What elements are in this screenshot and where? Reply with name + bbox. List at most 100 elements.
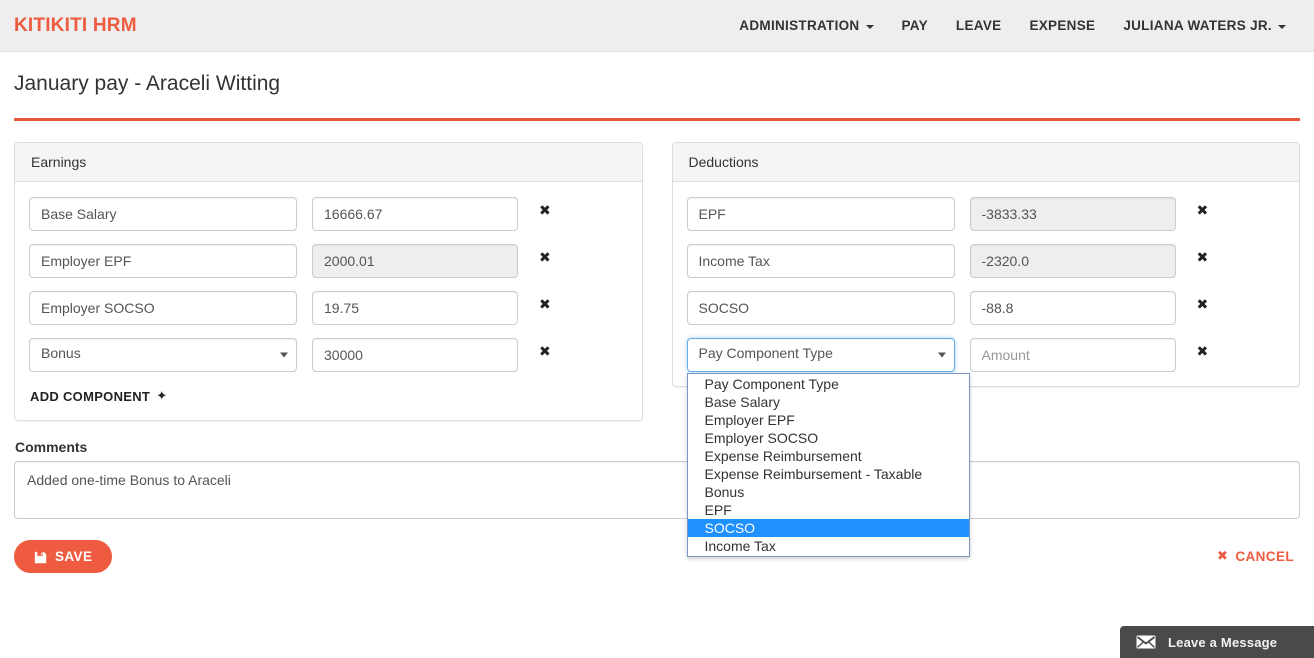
chevron-down-icon bbox=[1278, 24, 1286, 29]
dropdown-option-highlighted[interactable]: SOCSO bbox=[687, 519, 969, 537]
remove-component-icon[interactable]: ✖ bbox=[539, 345, 559, 359]
earnings-row: ✖ bbox=[29, 197, 628, 231]
earnings-name-input[interactable] bbox=[29, 197, 297, 231]
pay-components-panels: Earnings ✖ ✖ bbox=[0, 121, 1314, 557]
page-header: January pay - Araceli Witting bbox=[0, 52, 1314, 121]
comments-textarea[interactable] bbox=[14, 461, 1300, 519]
page-title: January pay - Araceli Witting bbox=[14, 72, 281, 95]
earnings-amount-field-wrap bbox=[312, 197, 518, 231]
dropdown-option[interactable]: Employer EPF bbox=[688, 411, 969, 429]
nav-items: ADMINISTRATION PAY LEAVE EXPENSE JULIANA… bbox=[725, 8, 1300, 43]
earnings-amount-field-wrap bbox=[312, 244, 518, 278]
deductions-amount-field-wrap bbox=[969, 291, 1176, 325]
add-component-button[interactable]: ADD COMPONENT ✦ bbox=[30, 389, 167, 404]
remove-component-icon[interactable]: ✖ bbox=[539, 251, 559, 265]
save-button-label: SAVE bbox=[55, 549, 93, 564]
remove-component-icon[interactable]: ✖ bbox=[1197, 298, 1217, 312]
deductions-amount-field-wrap bbox=[969, 338, 1176, 372]
dropdown-option[interactable]: Income Tax bbox=[688, 537, 969, 555]
deductions-panel: Deductions ✖ ✖ bbox=[671, 142, 1300, 557]
nav-item-label: JULIANA WATERS JR. bbox=[1123, 18, 1272, 33]
deductions-name-input[interactable] bbox=[686, 291, 955, 325]
remove-component-icon[interactable]: ✖ bbox=[1197, 251, 1217, 265]
close-icon: ✖ bbox=[1217, 549, 1229, 564]
nav-item-user-menu[interactable]: JULIANA WATERS JR. bbox=[1109, 8, 1300, 43]
remove-component-icon[interactable]: ✖ bbox=[539, 204, 559, 218]
deductions-name-input[interactable] bbox=[686, 244, 955, 278]
remove-component-icon[interactable]: ✖ bbox=[539, 298, 559, 312]
nav-item-administration[interactable]: ADMINISTRATION bbox=[725, 8, 887, 43]
earnings-amount-input bbox=[312, 244, 518, 278]
dropdown-option[interactable]: Expense Reimbursement bbox=[688, 447, 969, 465]
nav-item-label: PAY bbox=[901, 18, 928, 33]
top-navbar: KITIKITI HRM ADMINISTRATION PAY LEAVE EX… bbox=[0, 0, 1314, 52]
pay-component-type-dropdown[interactable]: Pay Component Type Base Salary Employer … bbox=[686, 373, 970, 557]
earnings-panel-body: ✖ ✖ ✖ bbox=[15, 182, 642, 420]
deductions-row: ✖ bbox=[686, 197, 1286, 231]
earnings-panel: Earnings ✖ ✖ bbox=[14, 142, 643, 421]
earnings-amount-field-wrap bbox=[312, 291, 518, 325]
deductions-amount-input[interactable] bbox=[969, 338, 1176, 372]
form-actions: SAVE ✖ CANCEL bbox=[0, 524, 1314, 573]
nav-item-pay[interactable]: PAY bbox=[888, 8, 942, 43]
dropdown-option[interactable]: Pay Component Type bbox=[688, 375, 969, 393]
earnings-row: Bonus ✖ bbox=[29, 338, 628, 372]
brand-logo[interactable]: KITIKITI HRM bbox=[14, 15, 137, 37]
deductions-amount-field-wrap bbox=[969, 244, 1176, 278]
earnings-amount-input[interactable] bbox=[312, 197, 518, 231]
earnings-type-select-container: Bonus bbox=[29, 338, 297, 372]
earnings-panel-title: Earnings bbox=[15, 143, 642, 182]
nav-item-label: LEAVE bbox=[955, 18, 1002, 33]
earnings-name-input[interactable] bbox=[29, 244, 297, 278]
chevron-down-icon bbox=[865, 24, 874, 29]
pay-component-type-select[interactable]: Pay Component Type bbox=[686, 338, 955, 372]
deductions-name-field-wrap bbox=[686, 291, 955, 325]
comments-section: Comments bbox=[0, 421, 1314, 524]
leave-a-message-label: Leave a Message bbox=[1168, 634, 1278, 650]
deductions-row: ✖ bbox=[686, 244, 1286, 278]
earnings-amount-input[interactable] bbox=[312, 338, 518, 372]
earnings-amount-input[interactable] bbox=[312, 291, 518, 325]
dropdown-option[interactable]: Expense Reimbursement - Taxable bbox=[688, 465, 969, 483]
nav-item-label: EXPENSE bbox=[1029, 18, 1096, 33]
deductions-name-input[interactable] bbox=[686, 197, 955, 231]
earnings-name-input[interactable] bbox=[29, 291, 297, 325]
floppy-disk-icon bbox=[34, 551, 47, 564]
deductions-amount-input bbox=[969, 197, 1176, 231]
save-button[interactable]: SAVE bbox=[14, 540, 113, 573]
envelope-icon bbox=[1136, 635, 1156, 649]
earnings-amount-field-wrap bbox=[312, 338, 518, 372]
nav-item-label: ADMINISTRATION bbox=[739, 18, 860, 33]
earnings-type-select[interactable]: Bonus bbox=[29, 338, 297, 372]
remove-component-icon[interactable]: ✖ bbox=[1197, 204, 1217, 218]
deductions-new-row: Pay Component Type Pay Component Type Ba… bbox=[686, 338, 1286, 557]
cancel-button-label: CANCEL bbox=[1235, 549, 1294, 564]
leave-a-message-widget[interactable]: Leave a Message bbox=[1120, 626, 1314, 658]
add-component-label: ADD COMPONENT bbox=[30, 389, 151, 404]
plus-icon: ✦ bbox=[156, 389, 168, 404]
deductions-amount-input bbox=[969, 244, 1176, 278]
comments-label: Comments bbox=[15, 439, 88, 455]
nav-item-leave[interactable]: LEAVE bbox=[942, 8, 1016, 43]
deductions-amount-input[interactable] bbox=[969, 291, 1176, 325]
earnings-name-field-wrap bbox=[29, 197, 297, 231]
earnings-name-field-wrap bbox=[29, 244, 297, 278]
cancel-button[interactable]: ✖ CANCEL bbox=[1211, 541, 1300, 572]
dropdown-option[interactable]: Base Salary bbox=[688, 393, 969, 411]
deductions-row: ✖ bbox=[686, 291, 1286, 325]
earnings-row: ✖ bbox=[29, 244, 628, 278]
pay-component-type-select-container: Pay Component Type Pay Component Type Ba… bbox=[686, 338, 970, 557]
deductions-amount-field-wrap bbox=[969, 197, 1176, 231]
remove-component-icon[interactable]: ✖ bbox=[1197, 345, 1217, 359]
deductions-name-field-wrap bbox=[686, 197, 955, 231]
earnings-name-field-wrap bbox=[29, 291, 297, 325]
nav-item-expense[interactable]: EXPENSE bbox=[1015, 8, 1109, 43]
dropdown-option[interactable]: Bonus bbox=[688, 483, 969, 501]
deductions-panel-body: ✖ ✖ ✖ bbox=[673, 182, 1300, 557]
deductions-type-select-wrap: Pay Component Type Pay Component Type Ba… bbox=[686, 338, 970, 557]
deductions-name-field-wrap bbox=[686, 244, 955, 278]
earnings-type-select-wrap: Bonus bbox=[29, 338, 297, 372]
dropdown-option[interactable]: EPF bbox=[688, 501, 969, 519]
deductions-panel-title: Deductions bbox=[672, 143, 1299, 182]
dropdown-option[interactable]: Employer SOCSO bbox=[688, 429, 969, 447]
